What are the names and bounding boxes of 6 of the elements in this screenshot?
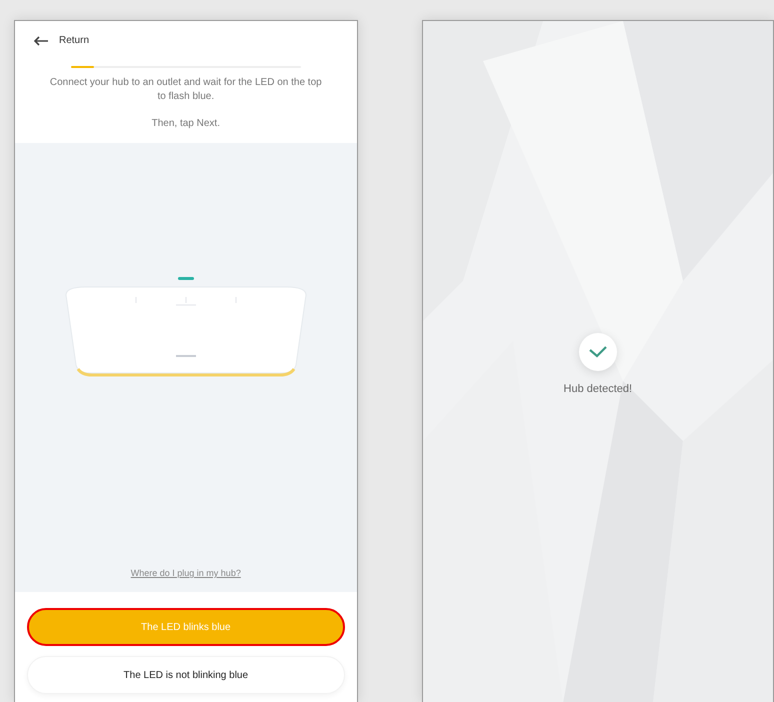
back-button[interactable]: Return	[33, 35, 90, 46]
status-text: Hub detected!	[564, 383, 632, 395]
secondary-button[interactable]: The LED is not blinking blue	[27, 656, 345, 694]
hint-text: Then, tap Next.	[152, 118, 220, 129]
instruction-text: Connect your hub to an outlet and wait for the LED on the top to flash blue.	[48, 76, 323, 104]
back-arrow-icon	[33, 36, 49, 46]
